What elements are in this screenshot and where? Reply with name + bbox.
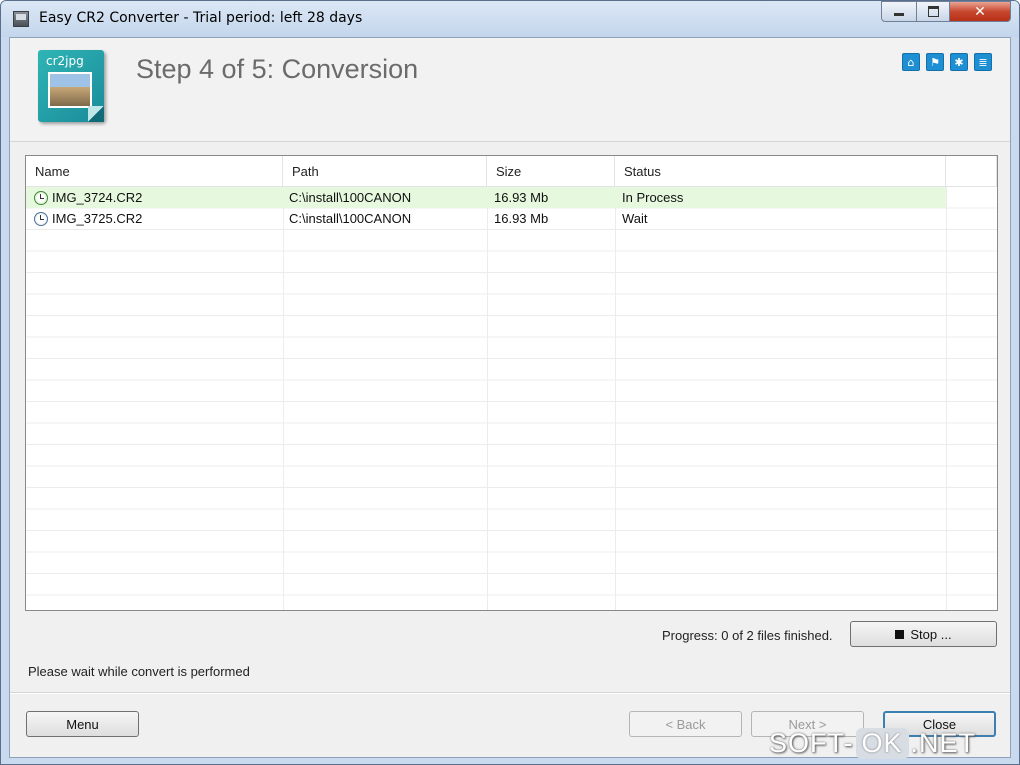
stop-button[interactable]: Stop ... (850, 621, 997, 647)
column-header-size[interactable]: Size (487, 156, 615, 186)
list-header: Name Path Size Status (26, 156, 997, 187)
stop-label: Stop ... (910, 626, 952, 642)
in-process-clock-icon (34, 190, 48, 205)
column-header-filler (946, 156, 997, 186)
settings-icon[interactable]: ✱ (950, 53, 968, 71)
column-header-status[interactable]: Status (615, 156, 946, 186)
file-size: 16.93 Mb (494, 190, 549, 205)
toolbar-icons: ⌂ ⚑ ✱ ≣ (902, 53, 992, 71)
logo-text: cr2jpg (46, 54, 84, 68)
footer-divider (10, 692, 1010, 694)
home-icon[interactable]: ⌂ (902, 53, 920, 71)
file-status: In Process (622, 190, 684, 205)
stop-icon (895, 629, 905, 639)
column-divider (487, 187, 488, 610)
status-message: Please wait while convert is performed (28, 664, 250, 679)
file-list[interactable]: Name Path Size Status IMG_3724.CR2 C:\in… (25, 155, 998, 611)
back-button[interactable]: < Back (629, 711, 742, 737)
row-name-cell: IMG_3724.CR2 (34, 187, 142, 208)
file-status: Wait (622, 211, 648, 226)
minimize-button[interactable] (881, 1, 917, 22)
watermark-part-1: SOFT- (769, 727, 854, 758)
app-logo: cr2jpg (38, 50, 106, 124)
table-row[interactable]: IMG_3724.CR2 C:\install\100CANON 16.93 M… (26, 187, 946, 208)
menu-button[interactable]: Menu (26, 711, 139, 737)
column-header-name[interactable]: Name (26, 156, 283, 186)
row-name-cell: IMG_3725.CR2 (34, 208, 142, 229)
column-divider (615, 187, 616, 610)
maximize-icon (927, 6, 939, 17)
list-grid (26, 187, 997, 610)
file-size: 16.93 Mb (494, 211, 549, 226)
progress-text: Progress: 0 of 2 files finished. (662, 628, 833, 643)
watermark: SOFT- OK .NET (769, 723, 976, 763)
table-row[interactable]: IMG_3725.CR2 C:\install\100CANON 16.93 M… (26, 208, 946, 229)
network-icon[interactable]: ⚑ (926, 53, 944, 71)
watermark-part-3: .NET (910, 727, 977, 758)
window-title: Easy CR2 Converter - Trial period: left … (39, 10, 363, 26)
app-icon[interactable] (13, 11, 29, 27)
close-icon: ✕ (974, 3, 986, 20)
title-bar[interactable]: Easy CR2 Converter - Trial period: left … (1, 1, 1019, 37)
wait-clock-icon (34, 211, 48, 226)
page-title: Step 4 of 5: Conversion (136, 54, 419, 84)
client-area: cr2jpg Step 4 of 5: Conversion ⌂ ⚑ ✱ ≣ N… (9, 37, 1011, 758)
document-icon[interactable]: ≣ (974, 53, 992, 71)
file-path: C:\install\100CANON (289, 211, 412, 226)
logo-fold (88, 106, 104, 122)
file-path: C:\install\100CANON (289, 190, 412, 205)
minimize-icon (894, 13, 904, 16)
maximize-button[interactable] (916, 1, 950, 22)
column-divider (946, 187, 947, 610)
column-header-path[interactable]: Path (283, 156, 487, 186)
app-window: Easy CR2 Converter - Trial period: left … (0, 0, 1020, 765)
file-name: IMG_3724.CR2 (52, 189, 143, 205)
wizard-header: cr2jpg Step 4 of 5: Conversion ⌂ ⚑ ✱ ≣ (10, 38, 1010, 142)
logo-photo-icon (48, 72, 92, 108)
file-name: IMG_3725.CR2 (52, 210, 143, 226)
watermark-part-2: OK (855, 727, 909, 759)
close-window-button[interactable]: ✕ (949, 1, 1011, 22)
column-divider (283, 187, 284, 610)
